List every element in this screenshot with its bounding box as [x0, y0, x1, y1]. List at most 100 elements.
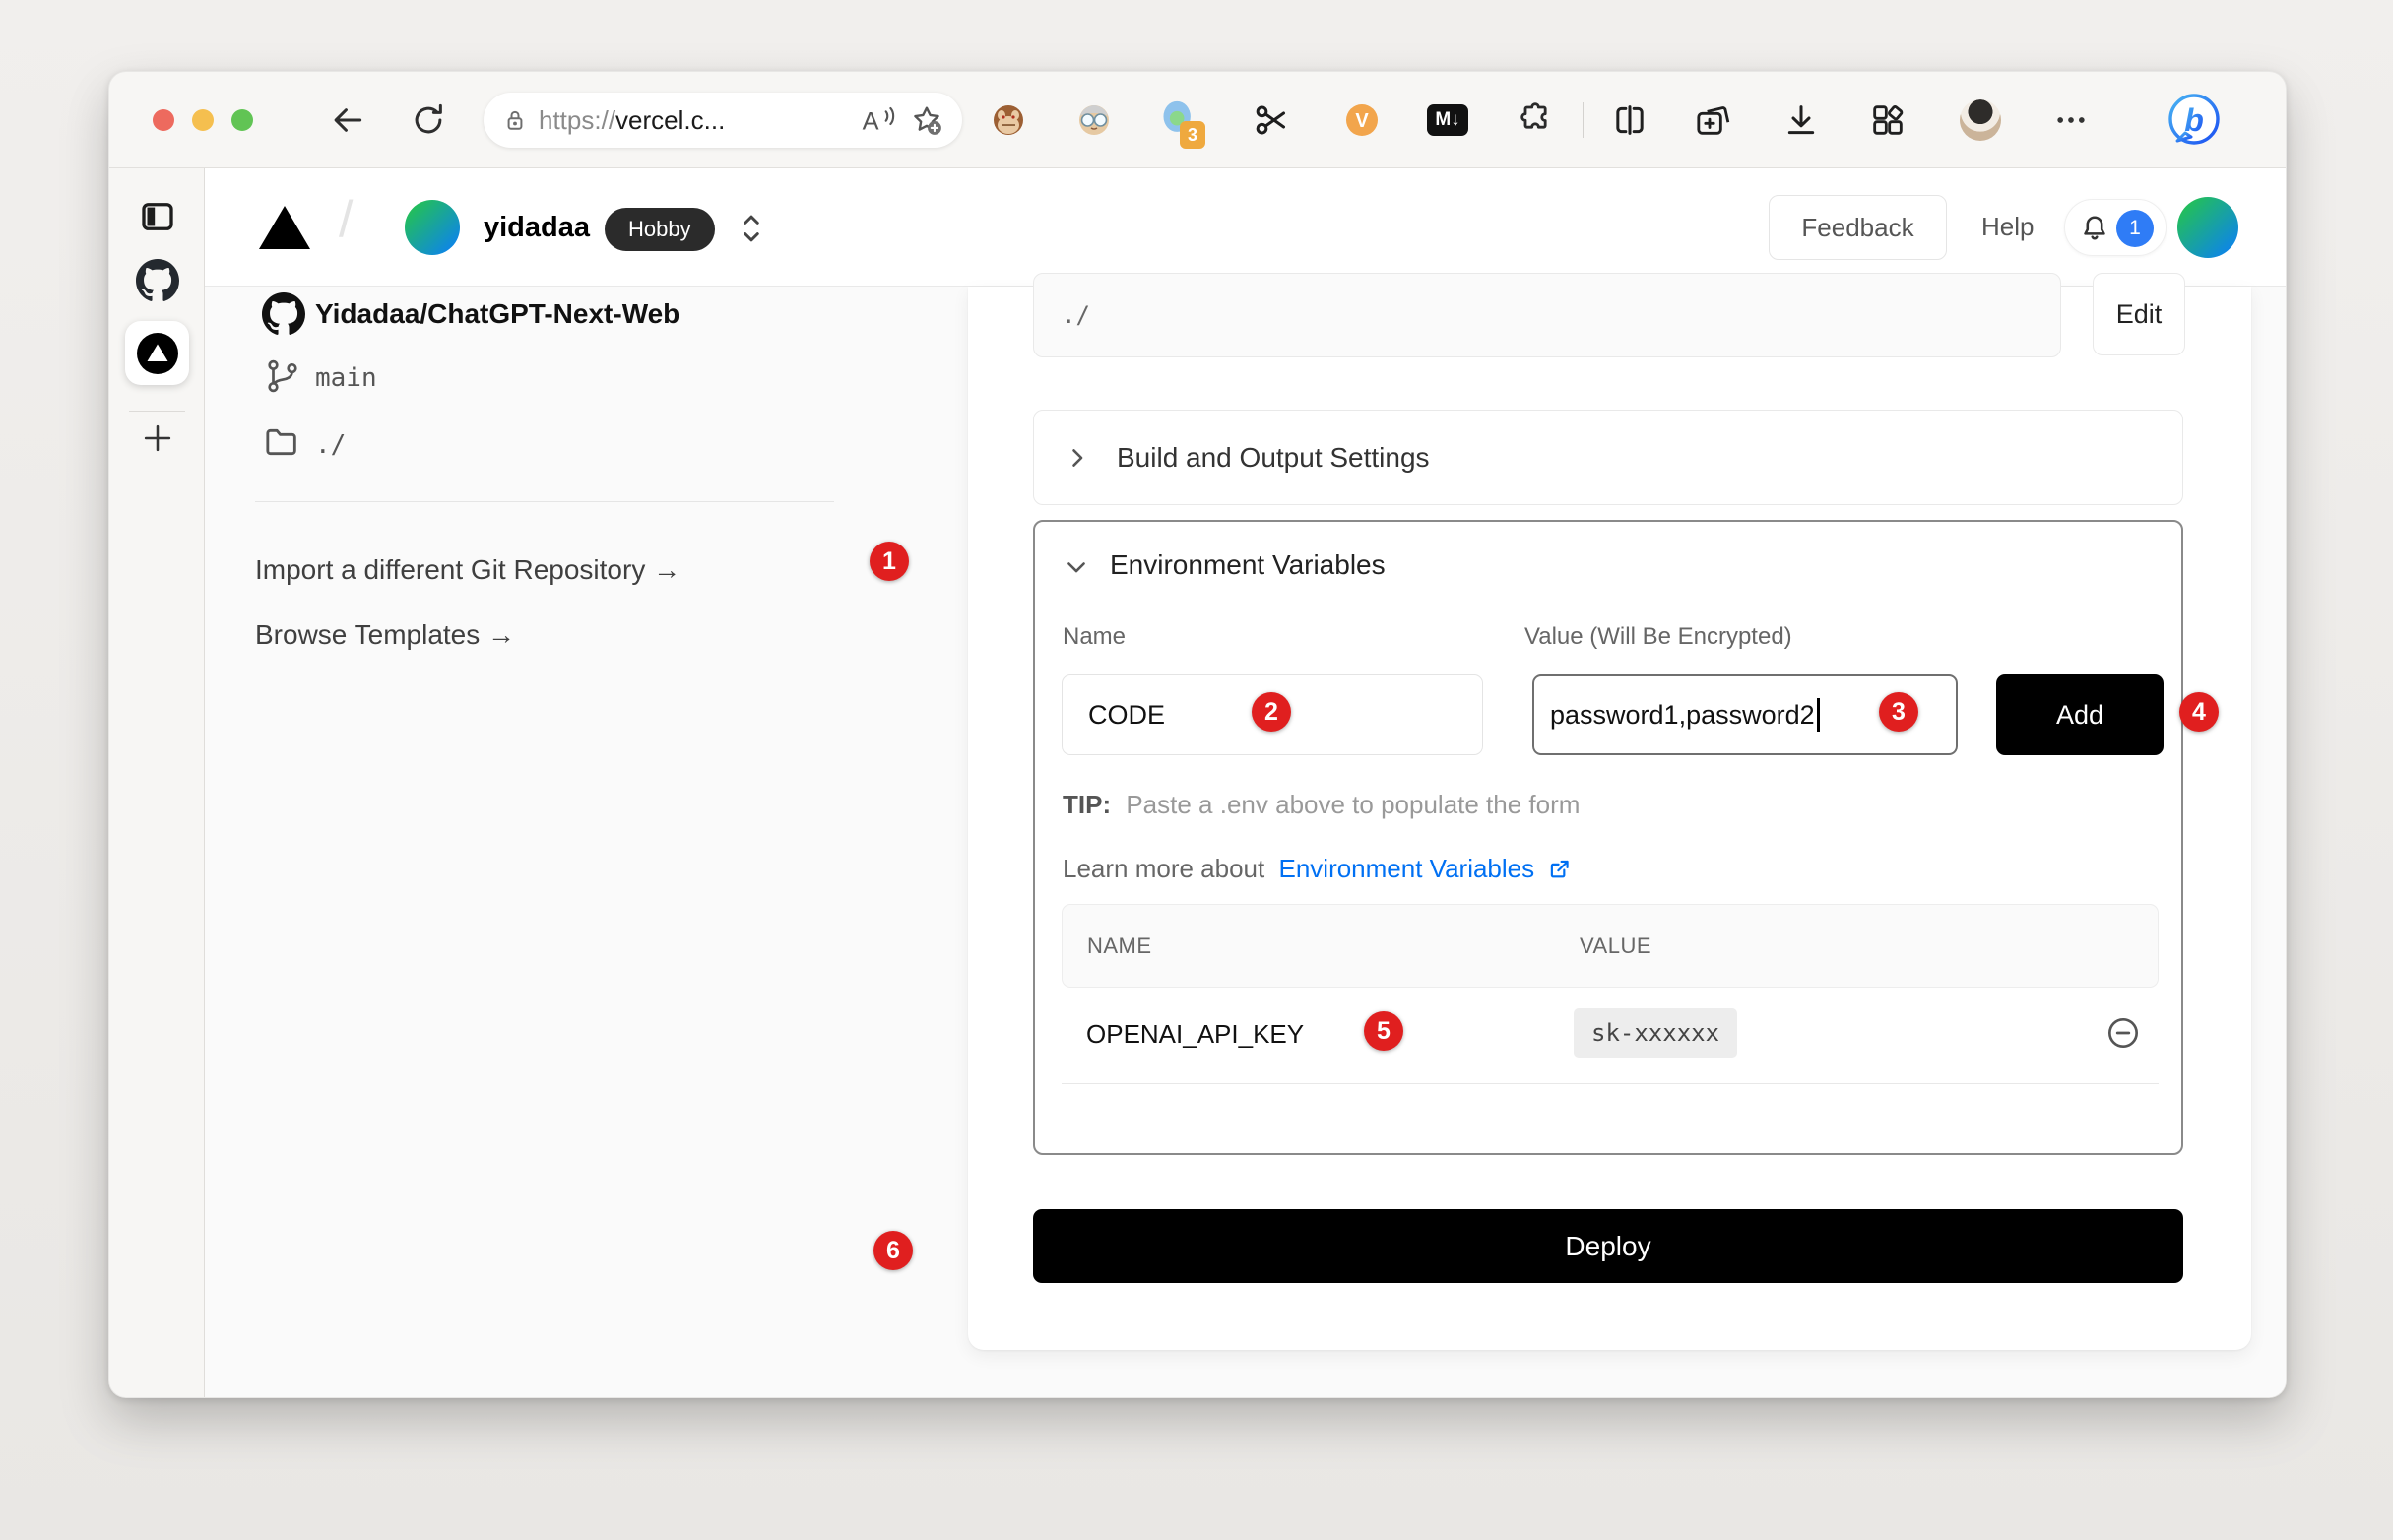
- more-options-button[interactable]: [2050, 99, 2092, 141]
- tab-group-count-badge: 3: [1180, 121, 1205, 149]
- deploy-button-label: Deploy: [1565, 1231, 1650, 1262]
- ellipsis-icon: [2051, 100, 2091, 140]
- add-to-collections-icon: [1693, 100, 1732, 140]
- notification-bell-button[interactable]: 1: [2064, 199, 2167, 256]
- remove-env-var-button[interactable]: [2103, 1013, 2143, 1053]
- tampermonkey-extension-icon[interactable]: [988, 99, 1029, 141]
- chevron-down-icon[interactable]: [1063, 553, 1090, 581]
- deploy-button[interactable]: Deploy: [1033, 1209, 2183, 1283]
- env-section-title[interactable]: Environment Variables: [1110, 549, 1386, 581]
- minimize-window-button[interactable]: [192, 109, 214, 131]
- apps-icon[interactable]: [1867, 99, 1908, 141]
- add-env-var-button[interactable]: Add: [1996, 674, 2164, 755]
- annotation-badge-3: 3: [1879, 692, 1918, 732]
- read-aloud-icon[interactable]: A: [860, 103, 899, 137]
- apps-grid-icon: [1868, 100, 1908, 140]
- tab-overview-button[interactable]: [137, 196, 178, 242]
- vercel-header: / yidadaa Hobby Feedback Help 1: [205, 168, 2286, 287]
- browser-window: https://vercel.c... A 3 V M↓: [108, 71, 2287, 1398]
- chevron-right-icon: [1064, 444, 1091, 472]
- tabstrip-divider: [129, 411, 185, 412]
- reload-button[interactable]: [409, 100, 448, 140]
- edit-root-dir-button[interactable]: Edit: [2093, 273, 2185, 355]
- user-avatar[interactable]: [2177, 197, 2238, 258]
- team-name: yidadaa: [484, 212, 590, 244]
- new-tab-button[interactable]: [136, 417, 179, 460]
- repo-provider-icon-wrap: [262, 292, 305, 336]
- branch-name: main: [315, 363, 377, 393]
- url-scheme: https://: [539, 105, 615, 135]
- video-extension-icon[interactable]: V: [1341, 99, 1383, 141]
- toolbar-divider: [1583, 102, 1584, 138]
- vertical-tab-strip: [109, 168, 205, 1398]
- learn-more-prefix: Learn more about: [1063, 854, 1264, 883]
- feedback-button[interactable]: Feedback: [1769, 195, 1947, 260]
- row-divider: [1062, 1083, 2159, 1084]
- team-switcher-icon[interactable]: [737, 206, 766, 251]
- vercel-tab-icon: [135, 331, 180, 376]
- github-icon: [136, 259, 179, 302]
- github-icon: [262, 292, 305, 336]
- tip-line: TIP: Paste a .env above to populate the …: [1063, 790, 1580, 820]
- env-row-name: OPENAI_API_KEY: [1086, 1019, 1304, 1050]
- root-directory: ./: [315, 430, 346, 460]
- profile-avatar[interactable]: [1960, 99, 2001, 141]
- external-link-icon[interactable]: [1547, 856, 1573, 881]
- build-output-settings-section[interactable]: Build and Output Settings: [1033, 410, 2183, 505]
- browser-toolbar: https://vercel.c... A 3 V M↓: [109, 72, 2286, 168]
- env-vars-doc-link[interactable]: Environment Variables: [1278, 854, 1534, 883]
- zoom-window-button[interactable]: [231, 109, 253, 131]
- add-favorite-icon[interactable]: [909, 102, 944, 138]
- annotation-badge-6: 6: [873, 1231, 913, 1270]
- tip-label: TIP:: [1063, 790, 1111, 819]
- build-section-title: Build and Output Settings: [1117, 442, 1430, 474]
- address-bar[interactable]: https://vercel.c... A: [484, 93, 962, 148]
- team-avatar[interactable]: [405, 200, 460, 255]
- close-window-button[interactable]: [153, 109, 174, 131]
- clipper-extension-icon[interactable]: [1251, 99, 1292, 141]
- feedback-label: Feedback: [1801, 213, 1913, 243]
- help-link[interactable]: Help: [1981, 212, 2034, 242]
- bing-icon: b: [2166, 92, 2223, 149]
- root-directory-display: ./: [1033, 273, 2061, 357]
- env-row-value-chip: sk-xxxxxx: [1574, 1008, 1737, 1058]
- notification-count-badge: 1: [2116, 210, 2154, 247]
- root-directory-value: ./: [1062, 301, 1090, 329]
- tip-text: Paste a .env above to populate the form: [1126, 790, 1580, 819]
- downloads-icon[interactable]: [1780, 99, 1822, 141]
- browse-templates-link[interactable]: Browse Templates →: [255, 619, 515, 651]
- back-button[interactable]: [328, 100, 367, 140]
- environment-variables-section: Environment Variables Name Value (Will B…: [1033, 520, 2183, 1155]
- deploy-config-card: ./ Edit Build and Output Settings Enviro…: [968, 287, 2251, 1350]
- tab-group-extension-icon[interactable]: 3: [1158, 99, 1199, 141]
- name-label: Name: [1063, 623, 1126, 651]
- profile-avatar-image: [1960, 99, 2001, 141]
- svg-text:A: A: [863, 107, 879, 135]
- tab-vercel-active[interactable]: [125, 321, 189, 385]
- download-arrow-icon: [1781, 100, 1821, 140]
- bing-chat-button[interactable]: b: [2166, 92, 2223, 149]
- plan-badge: Hobby: [605, 208, 715, 251]
- markdown-extension-icon[interactable]: M↓: [1427, 99, 1468, 141]
- value-label: Value (Will Be Encrypted): [1524, 623, 1792, 651]
- collections-icon[interactable]: [1692, 99, 1733, 141]
- avatar-extension-icon[interactable]: [1073, 99, 1115, 141]
- svg-text:V: V: [1355, 110, 1369, 132]
- svg-text:b: b: [2184, 102, 2204, 138]
- edit-button-label: Edit: [2116, 299, 2163, 330]
- puzzle-icon: [1516, 100, 1555, 140]
- page-content: Yidadaa/ChatGPT-Next-Web main ./ Import …: [205, 287, 2286, 1398]
- git-branch-icon: [264, 357, 301, 395]
- annotation-badge-4: 4: [2179, 692, 2219, 732]
- plus-icon: [139, 419, 176, 457]
- split-screen-icon[interactable]: [1609, 99, 1650, 141]
- vercel-logo[interactable]: [256, 200, 313, 255]
- import-different-repo-link[interactable]: Import a different Git Repository →: [255, 554, 680, 586]
- v-circle-icon: V: [1341, 99, 1383, 141]
- extensions-puzzle-icon[interactable]: [1515, 99, 1556, 141]
- back-arrow-icon: [329, 101, 366, 139]
- left-panel-divider: [255, 501, 834, 502]
- lock-icon: [501, 106, 529, 134]
- add-button-label: Add: [2056, 700, 2103, 731]
- tab-github[interactable]: [136, 259, 179, 307]
